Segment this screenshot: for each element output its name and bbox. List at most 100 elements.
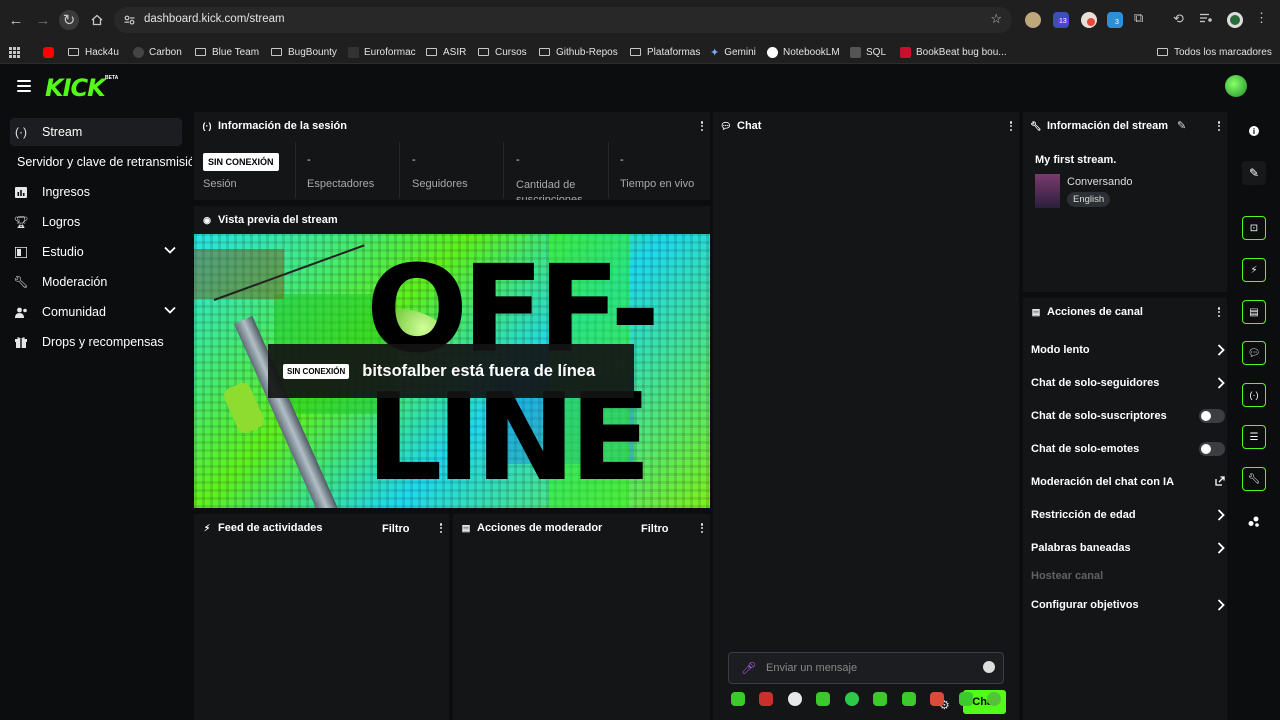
action-ai-moderation[interactable]: Moderación del chat con IA [1031, 472, 1225, 492]
chevron-down-icon[interactable] [164, 246, 176, 254]
emote-icon[interactable] [759, 692, 773, 706]
sidebar-item-comunidad[interactable]: Comunidad [10, 298, 182, 326]
layout-icon[interactable]: ☰ [1242, 425, 1266, 449]
folder-icon [195, 48, 206, 56]
emote-icon[interactable] [788, 692, 802, 706]
gift-icon [14, 335, 28, 349]
edit-icon[interactable]: ✎ [1242, 161, 1266, 185]
chevron-right-icon [1217, 599, 1225, 611]
bookmark-cursos[interactable]: Cursos [478, 43, 527, 61]
emote-icon[interactable] [959, 692, 973, 706]
user-avatar[interactable] [1225, 75, 1247, 97]
home-icon[interactable] [87, 10, 107, 30]
bookmark-notebooklm[interactable]: NotebookLM [767, 43, 840, 61]
sidebar-item-moderacion[interactable]: 🔧︎ Moderación [10, 268, 182, 296]
bookmark-euroformac[interactable]: Euroformac [348, 43, 416, 61]
chat-bubble-icon[interactable]: 💬︎ [1242, 341, 1266, 365]
apps-grid-icon[interactable] [9, 43, 20, 61]
info-icon[interactable]: i [1242, 119, 1266, 143]
bookmark-hack4u[interactable]: Hack4u [68, 43, 119, 61]
sidebar-item-drops[interactable]: Drops y recompensas [10, 328, 182, 356]
action-followers-only[interactable]: Chat de solo-seguidores [1031, 373, 1225, 393]
media-controls-icon[interactable] [1200, 13, 1216, 29]
subscribers-only-toggle[interactable] [1199, 409, 1225, 423]
offline-overlay: SIN CONEXIÓN bitsofalber está fuera de l… [268, 344, 634, 398]
sidebar-item-stream[interactable]: (·) Stream [10, 118, 182, 146]
preview-widget-icon[interactable]: ⊡ [1242, 216, 1266, 240]
action-configure-goals[interactable]: Configurar objetivos [1031, 595, 1225, 615]
beta-label: BETA [105, 75, 119, 81]
sidebar-item-server-key[interactable]: Servidor y clave de retransmisión [17, 148, 192, 176]
bookmark-plataformas[interactable]: Plataformas [630, 43, 700, 61]
profile-avatar[interactable] [1227, 12, 1243, 28]
action-age-restriction[interactable]: Restricción de edad [1031, 505, 1225, 525]
emote-icon[interactable] [873, 692, 887, 706]
youtube-bookmark[interactable] [43, 43, 59, 61]
bookmark-sql[interactable]: SQL [850, 43, 886, 61]
site-settings-icon[interactable] [124, 15, 135, 25]
extension-icon[interactable]: 3 [1107, 12, 1123, 28]
browser-toolbar: ← → ↻ dashboard.kick.com/stream ☆ 13 3 ⧉… [0, 0, 1280, 40]
chat-input[interactable]: 🎤︎ Enviar un mensaje [728, 652, 1004, 684]
panel-title: Acciones de moderador [477, 522, 603, 534]
broadcast-icon[interactable]: (·) [1242, 383, 1266, 407]
bookmark-carbon[interactable]: Carbon [133, 43, 182, 61]
stat-subscriptions: - Cantidad de suscripciones [516, 154, 583, 200]
more-options-icon[interactable] [700, 523, 704, 534]
sidebar-item-ingresos[interactable]: Ingresos [10, 178, 182, 206]
emote-icon[interactable] [902, 692, 916, 706]
extension-icon[interactable]: 13 [1053, 12, 1069, 28]
extensions-puzzle-icon[interactable]: ⧉ [1134, 10, 1150, 26]
emoji-icon[interactable] [983, 661, 995, 673]
bookmark-asir[interactable]: ASIR [426, 43, 466, 61]
emote-icon[interactable] [987, 692, 1001, 706]
category-name[interactable]: Conversando [1067, 176, 1132, 188]
emote-icon[interactable] [816, 692, 830, 706]
more-options-icon[interactable] [1217, 307, 1221, 318]
action-slow-mode[interactable]: Modo lento [1031, 340, 1225, 360]
folder-icon [630, 48, 641, 56]
kick-logo[interactable]: KICK [45, 74, 106, 102]
sidebar-item-estudio[interactable]: Estudio [10, 238, 182, 266]
panel-header: ⚡︎ Feed de actividades [194, 514, 449, 542]
bookmark-github-repos[interactable]: Github-Repos [539, 43, 618, 61]
more-options-icon[interactable] [439, 523, 443, 534]
emotes-only-toggle[interactable] [1199, 442, 1225, 456]
chevron-right-icon [1217, 377, 1225, 389]
menu-icon[interactable] [17, 80, 31, 92]
back-icon[interactable]: ← [6, 10, 26, 30]
emote-icon[interactable] [845, 692, 859, 706]
edit-icon[interactable]: ✎ [1177, 119, 1186, 132]
more-options-icon[interactable] [700, 121, 704, 132]
emote-icon[interactable] [731, 692, 745, 706]
sidebar-item-logros[interactable]: 🏆︎ Logros [10, 208, 182, 236]
forward-icon[interactable]: → [33, 10, 53, 30]
language-tag: English [1067, 192, 1111, 207]
bookmark-bugbounty[interactable]: BugBounty [271, 43, 337, 61]
reload-icon[interactable]: ↻ [59, 10, 79, 30]
bookmark-blue-team[interactable]: Blue Team [195, 43, 259, 61]
panel-header: ▤ Acciones de moderador [453, 514, 710, 542]
chevron-down-icon[interactable] [164, 306, 176, 314]
emote-icon[interactable] [930, 692, 944, 706]
filter-button[interactable]: Filtro [382, 523, 410, 535]
bookmark-star-icon[interactable]: ☆ [990, 11, 1002, 27]
filter-button[interactable]: Filtro [641, 523, 669, 535]
bookmark-all[interactable]: Todos los marcadores [1157, 43, 1272, 61]
extension-icon[interactable] [1025, 12, 1041, 28]
more-options-icon[interactable] [1009, 121, 1013, 132]
widgets-icon[interactable] [1242, 509, 1266, 533]
lightning-icon[interactable]: ⚡︎ [1242, 258, 1266, 282]
history-icon[interactable]: ⟲ [1173, 11, 1189, 27]
document-icon[interactable]: ▤ [1242, 300, 1266, 324]
microphone-icon[interactable]: 🎤︎ [741, 661, 756, 675]
panel-title: Feed de actividades [218, 522, 323, 534]
address-bar[interactable]: dashboard.kick.com/stream ☆ [114, 7, 1012, 33]
browser-menu-icon[interactable]: ⋮ [1255, 10, 1271, 26]
bookmark-gemini[interactable]: ✦ Gemini [710, 43, 756, 61]
extension-icon[interactable] [1081, 12, 1097, 28]
bookmark-bookbeat[interactable]: BookBeat bug bou... [900, 43, 1007, 61]
action-banned-words[interactable]: Palabras baneadas [1031, 538, 1225, 558]
wrench-icon[interactable]: 🔧︎ [1242, 467, 1266, 491]
more-options-icon[interactable] [1217, 121, 1221, 132]
